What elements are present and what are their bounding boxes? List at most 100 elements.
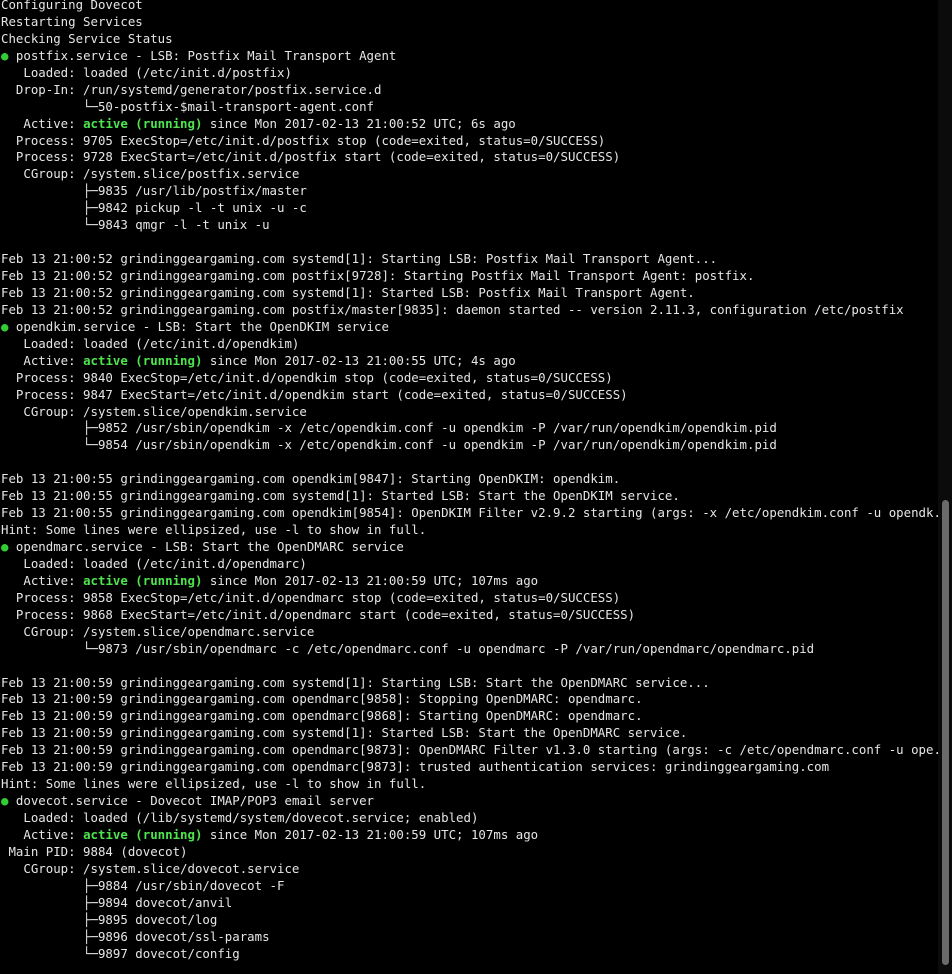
line-text: Active: bbox=[1, 115, 84, 131]
line-text: └─9854 /usr/sbin/opendkim -x /etc/opendk… bbox=[1, 437, 777, 453]
line-text: Feb 13 21:00:52 grindinggeargaming.com s… bbox=[1, 284, 695, 300]
terminal-line: Loaded: loaded (/lib/systemd/system/dove… bbox=[0, 810, 938, 827]
active-status: active (running) bbox=[83, 572, 203, 588]
line-text: since Mon 2017-02-13 21:00:59 UTC; 107ms… bbox=[202, 826, 539, 842]
line-text: └─9843 qmgr -l -t unix -u bbox=[1, 217, 270, 233]
line-text: Active: bbox=[1, 352, 84, 368]
line-text: ├─9835 /usr/lib/postfix/master bbox=[1, 183, 307, 199]
terminal-line: Process: 9868 ExecStart=/etc/init.d/open… bbox=[0, 607, 938, 624]
line-text: Active: bbox=[1, 826, 84, 842]
terminal-line: ├─9895 dovecot/log bbox=[0, 912, 938, 929]
line-text: ├─9896 dovecot/ssl-params bbox=[1, 928, 270, 944]
terminal-line: └─9843 qmgr -l -t unix -u bbox=[0, 217, 938, 234]
active-status: active (running) bbox=[83, 352, 203, 368]
line-text: └─50-postfix-$mail-transport-agent.conf bbox=[1, 98, 374, 114]
terminal-line: ├─9894 dovecot/anvil bbox=[0, 895, 938, 912]
terminal-line: CGroup: /system.slice/dovecot.service bbox=[0, 861, 938, 878]
line-text: Feb 13 21:00:52 grindinggeargaming.com p… bbox=[1, 301, 904, 317]
line-text: CGroup: /system.slice/postfix.service bbox=[1, 166, 300, 182]
line-text: └─9897 dovecot/config bbox=[1, 945, 240, 961]
line-text: Feb 13 21:00:59 grindinggeargaming.com s… bbox=[1, 674, 710, 690]
line-text: Feb 13 21:00:59 grindinggeargaming.com s… bbox=[1, 725, 688, 741]
terminal-line: ├─9884 /usr/sbin/dovecot -F bbox=[0, 878, 938, 895]
line-text: Feb 13 21:00:52 grindinggeargaming.com s… bbox=[1, 251, 718, 267]
terminal-line: Feb 13 21:00:52 grindinggeargaming.com s… bbox=[0, 251, 938, 268]
terminal-line: └─9854 /usr/sbin/opendkim -x /etc/opendk… bbox=[0, 437, 938, 454]
terminal-line: Process: 9705 ExecStop=/etc/init.d/postf… bbox=[0, 133, 938, 150]
terminal-line: Hint: Some lines were ellipsized, use -l… bbox=[0, 522, 938, 539]
terminal-line: Feb 13 21:00:59 grindinggeargaming.com o… bbox=[0, 759, 938, 776]
terminal-line: Loaded: loaded (/etc/init.d/postfix) bbox=[0, 65, 938, 82]
terminal-line: Configuring Dovecot bbox=[0, 0, 938, 14]
terminal-line: Feb 13 21:00:52 grindinggeargaming.com p… bbox=[0, 302, 938, 319]
terminal-line: Active: active (running) since Mon 2017-… bbox=[0, 573, 938, 590]
terminal-line: Feb 13 21:00:59 grindinggeargaming.com s… bbox=[0, 725, 938, 742]
terminal-line: ├─9852 /usr/sbin/opendkim -x /etc/opendk… bbox=[0, 420, 938, 437]
terminal-line: Feb 13 21:00:52 grindinggeargaming.com p… bbox=[0, 268, 938, 285]
line-text: ├─9894 dovecot/anvil bbox=[1, 894, 233, 910]
terminal-line: └─9897 dovecot/config bbox=[0, 946, 938, 963]
terminal-output[interactable]: Configuring Dovecot Restarting Services Ch… bbox=[0, 0, 938, 974]
line-text: Feb 13 21:00:55 grindinggeargaming.com o… bbox=[1, 505, 938, 521]
terminal-line: Active: active (running) since Mon 2017-… bbox=[0, 116, 938, 133]
terminal-line: Feb 13 21:00:55 grindinggeargaming.com o… bbox=[0, 505, 938, 522]
line-text: Active: bbox=[1, 572, 84, 588]
line-text: Process: 9840 ExecStop=/etc/init.d/opend… bbox=[1, 369, 613, 385]
line-text: Feb 13 21:00:59 grindinggeargaming.com o… bbox=[1, 759, 830, 775]
terminal-line: ● postfix.service - LSB: Postfix Mail Tr… bbox=[0, 48, 938, 65]
active-status: active (running) bbox=[83, 115, 203, 131]
terminal-line: Active: active (running) since Mon 2017-… bbox=[0, 353, 938, 370]
line-text: ├─9842 pickup -l -t unix -u -c bbox=[1, 200, 307, 216]
terminal-line: Process: 9858 ExecStop=/etc/init.d/opend… bbox=[0, 590, 938, 607]
line-text: Feb 13 21:00:59 grindinggeargaming.com o… bbox=[1, 708, 643, 724]
line-text: Process: 9728 ExecStart=/etc/init.d/post… bbox=[1, 149, 621, 165]
line-text: since Mon 2017-02-13 21:00:55 UTC; 4s ag… bbox=[202, 352, 516, 368]
line-text: postfix.service - LSB: Postfix Mail Tran… bbox=[8, 47, 397, 63]
line-text: CGroup: /system.slice/dovecot.service bbox=[1, 860, 300, 876]
line-text: Process: 9847 ExecStart=/etc/init.d/open… bbox=[1, 386, 628, 402]
scrollbar-thumb[interactable] bbox=[942, 500, 949, 965]
line-text: Hint: Some lines were ellipsized, use -l… bbox=[1, 522, 427, 538]
line-text: ├─9852 /usr/sbin/opendkim -x /etc/opendk… bbox=[1, 420, 777, 436]
terminal-line: Feb 13 21:00:59 grindinggeargaming.com o… bbox=[0, 691, 938, 708]
line-text: Loaded: loaded (/etc/init.d/postfix) bbox=[1, 64, 292, 80]
line-text: Hint: Some lines were ellipsized, use -l… bbox=[1, 776, 427, 792]
terminal-line: Process: 9847 ExecStart=/etc/init.d/open… bbox=[0, 387, 938, 404]
terminal-line: Drop-In: /run/systemd/generator/postfix.… bbox=[0, 82, 938, 99]
terminal-line: ● opendkim.service - LSB: Start the Open… bbox=[0, 319, 938, 336]
line-text: Loaded: loaded (/etc/init.d/opendkim) bbox=[1, 335, 300, 351]
line-text: CGroup: /system.slice/opendkim.service bbox=[1, 403, 307, 419]
line-text: Feb 13 21:00:52 grindinggeargaming.com p… bbox=[1, 268, 755, 283]
line-text: └─9873 /usr/sbin/opendmarc -c /etc/opend… bbox=[1, 640, 815, 656]
terminal-line: ● dovecot.service - Dovecot IMAP/POP3 em… bbox=[0, 793, 938, 810]
terminal-line: └─9873 /usr/sbin/opendmarc -c /etc/opend… bbox=[0, 641, 938, 658]
line-text: Restarting Services bbox=[1, 13, 143, 29]
line-text: since Mon 2017-02-13 21:00:59 UTC; 107ms… bbox=[202, 572, 539, 588]
line-text: CGroup: /system.slice/opendmarc.service bbox=[1, 623, 315, 639]
terminal-line: Process: 9728 ExecStart=/etc/init.d/post… bbox=[0, 149, 938, 166]
terminal-line: Restarting Services bbox=[0, 14, 938, 31]
terminal-line: Feb 13 21:00:59 grindinggeargaming.com o… bbox=[0, 708, 938, 725]
terminal-line: CGroup: /system.slice/opendmarc.service bbox=[0, 624, 938, 641]
terminal-line: Loaded: loaded (/etc/init.d/opendmarc) bbox=[0, 556, 938, 573]
line-text: dovecot.service - Dovecot IMAP/POP3 emai… bbox=[8, 793, 374, 809]
line-text: Loaded: loaded (/etc/init.d/opendmarc) bbox=[1, 555, 307, 571]
terminal-line: Main PID: 9884 (dovecot) bbox=[0, 844, 938, 861]
line-text: Process: 9705 ExecStop=/etc/init.d/postf… bbox=[1, 132, 606, 148]
line-text: ├─9884 /usr/sbin/dovecot -F bbox=[1, 877, 285, 893]
terminal-line: └─50-postfix-$mail-transport-agent.conf bbox=[0, 99, 938, 116]
line-text: Process: 9868 ExecStart=/etc/init.d/open… bbox=[1, 606, 636, 622]
line-text: Feb 13 21:00:55 grindinggeargaming.com s… bbox=[1, 488, 680, 504]
terminal-line: CGroup: /system.slice/postfix.service bbox=[0, 166, 938, 183]
line-text: Configuring Dovecot bbox=[1, 0, 143, 12]
terminal-line: Feb 13 21:00:55 grindinggeargaming.com o… bbox=[0, 471, 938, 488]
vertical-scrollbar[interactable] bbox=[938, 0, 952, 974]
line-text: Drop-In: /run/systemd/generator/postfix.… bbox=[1, 81, 382, 97]
line-text: Feb 13 21:00:59 grindinggeargaming.com o… bbox=[1, 691, 643, 707]
terminal-line: Hint: Some lines were ellipsized, use -l… bbox=[0, 776, 938, 793]
terminal-line: Feb 13 21:00:59 grindinggeargaming.com o… bbox=[0, 742, 938, 759]
line-text: opendmarc.service - LSB: Start the OpenD… bbox=[8, 539, 404, 554]
